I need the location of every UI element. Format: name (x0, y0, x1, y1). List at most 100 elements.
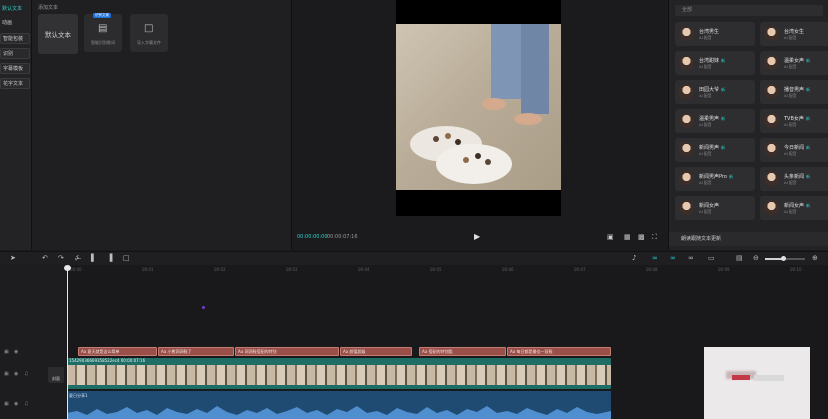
preview-image (396, 24, 561, 190)
new-tag: 新 (721, 87, 726, 92)
voice-card[interactable]: 播音男声新 AI 配音 (760, 80, 828, 104)
voice-card[interactable]: 温柔男声新 AI 配音 (675, 109, 755, 133)
voice-sub: AI 配音 (699, 151, 712, 156)
voice-card[interactable]: TVB女声新 AI 配音 (760, 109, 828, 133)
nav-item-subtitle-template[interactable]: 字幕模板 (0, 63, 30, 74)
tile-label: 智能识别歌词 (91, 40, 115, 45)
zoom-in-icon[interactable]: ⊕ (812, 254, 818, 262)
select-cursor-icon[interactable]: ➤ (10, 254, 16, 262)
caption-icon[interactable]: ▤ (736, 254, 743, 262)
text-clip[interactable]: Aa 颜值超级 (340, 347, 412, 356)
new-tag: 新 (806, 203, 811, 208)
voice-card[interactable]: 台湾女生 AI 配音 (760, 22, 828, 46)
avatar (764, 26, 779, 41)
redo-icon[interactable]: ↷ (58, 254, 64, 262)
voice-name: 新闻男声新 (699, 145, 726, 151)
nav-item-smart-pack[interactable]: 智能包装 (0, 33, 30, 44)
cover-button[interactable]: 封面 (48, 367, 64, 383)
text-clip[interactable]: Aa 搭配的特别酷 (419, 347, 506, 356)
ruler-tick: 00:05 (430, 267, 442, 272)
voice-card[interactable]: 田园大爷新 AI 配音 (675, 80, 755, 104)
voice-name: 台湾甜妹新 (699, 58, 726, 64)
ruler-tick: 00:06 (502, 267, 514, 272)
lock-icon[interactable]: ▣ (4, 401, 9, 407)
video-clip-label: 15429036669358522ec4 00:00:07:16 (69, 358, 146, 363)
smart-lyrics-tile[interactable]: 识别文案 ▤ 智能识别歌词 (84, 13, 122, 52)
eye-icon[interactable]: ◉ (14, 401, 18, 407)
video-frame[interactable] (396, 0, 561, 216)
fit-icon[interactable]: ▦ (624, 233, 631, 241)
timeline-zoom-slider[interactable] (765, 256, 805, 261)
microphone-icon[interactable]: ♪ (632, 254, 636, 262)
fullscreen-icon[interactable]: ⛶ (652, 233, 657, 242)
snap-icon[interactable]: ∞ (670, 254, 676, 262)
voice-name: 新闻男声Pro 新 (699, 174, 733, 180)
split-left-icon[interactable]: ▌ (91, 254, 96, 262)
text-clip[interactable]: Aa 小熊洞洞鞋了 (158, 347, 234, 356)
document-icon: ▤ (98, 23, 108, 34)
voice-name: 新闻女声 (699, 203, 720, 209)
voice-sub: AI 配音 (784, 35, 797, 40)
nav-item-recognize[interactable]: 识别 (0, 48, 30, 59)
voice-filter[interactable]: 全部 (675, 5, 823, 16)
audio-clip[interactable]: 夏日分享1 (67, 391, 611, 419)
default-text-tile[interactable]: 默认文本 (38, 14, 78, 54)
new-tag: 新 (806, 58, 811, 63)
text-clip[interactable]: Aa 洞洞鞋搭配的特别 (235, 347, 339, 356)
delete-icon[interactable]: □ (123, 254, 130, 262)
voice-sub: AI 配音 (784, 64, 797, 69)
undo-icon[interactable]: ↶ (42, 254, 48, 262)
avatar (679, 55, 694, 70)
voice-card[interactable]: 台湾男生 AI 配音 (675, 22, 755, 46)
zoom-knob[interactable] (781, 256, 786, 261)
voice-card[interactable]: 台湾甜妹新 AI 配音 (675, 51, 755, 75)
nav-item-animation[interactable]: 动画 (0, 18, 30, 29)
voice-card[interactable]: 新闻男声Pro 新 AI 配音 (675, 167, 755, 191)
voice-sub: AI 配音 (784, 209, 797, 214)
voice-card[interactable]: 头条新闻新 AI 配音 (760, 167, 828, 191)
split-right-icon[interactable]: ▐ (107, 254, 112, 262)
voice-card[interactable]: 新闻男声新 AI 配音 (675, 138, 755, 162)
voice-sub: AI 配音 (699, 122, 712, 127)
voice-card[interactable]: 今日新闻新 AI 配音 (760, 138, 828, 162)
eye-icon[interactable]: ◉ (14, 349, 18, 355)
voice-sub: AI 配音 (784, 151, 797, 156)
new-tag: 新 (806, 174, 811, 179)
voice-card[interactable]: 温柔女声新 AI 配音 (760, 51, 828, 75)
voice-name: 新闻女声新 (784, 203, 811, 209)
avatar (679, 171, 694, 186)
avatar (764, 142, 779, 157)
voice-sub: AI 配音 (699, 180, 712, 185)
text-clip[interactable]: Aa 夏天就是这么简单 (78, 347, 157, 356)
voice-card[interactable]: 新闻女声 AI 配音 (675, 196, 755, 220)
voice-card[interactable]: 新闻女声新 AI 配音 (760, 196, 828, 220)
import-subtitle-tile[interactable]: □ 导入字幕文件 (130, 14, 168, 52)
link-icon[interactable]: ∞ (652, 254, 658, 262)
follow-text-update-toggle[interactable]: 朗读跟随文本更新 (669, 232, 828, 246)
text-clip[interactable]: Aa 每日都是最佳一双鞋 (507, 347, 611, 356)
playhead[interactable] (67, 265, 68, 419)
avatar (764, 171, 779, 186)
link-toggle-icon[interactable]: ∞ (688, 254, 694, 262)
avatar (679, 26, 694, 41)
play-icon[interactable]: ▶ (474, 232, 480, 241)
voice-sub: AI 配音 (699, 64, 712, 69)
mute-icon[interactable]: ♫ (24, 371, 28, 377)
nav-item-default-text[interactable]: 默认文本 (0, 4, 30, 15)
nav-item-fancy-text[interactable]: 花字文本 (0, 78, 30, 89)
eye-icon[interactable]: ◉ (14, 371, 18, 377)
voice-name: 头条新闻新 (784, 174, 811, 180)
ratio-icon[interactable]: ▣ (607, 233, 614, 241)
lock-icon[interactable]: ▣ (4, 371, 9, 377)
preview-axis-icon[interactable]: ▭ (708, 254, 715, 262)
new-tag: 新 (806, 145, 811, 150)
ruler-tick: 00:00 (70, 267, 82, 272)
ruler-tick: 00:10 (790, 267, 802, 272)
mute-icon[interactable]: ♫ (24, 401, 28, 407)
video-clip[interactable]: 15429036669358522ec4 00:00:07:16 (67, 358, 611, 389)
lock-icon[interactable]: ▣ (4, 349, 9, 355)
split-icon[interactable]: ⍼ (75, 254, 81, 263)
avatar (764, 200, 779, 215)
grid-icon[interactable]: ▩ (638, 233, 645, 241)
zoom-out-icon[interactable]: ⊖ (753, 254, 759, 262)
